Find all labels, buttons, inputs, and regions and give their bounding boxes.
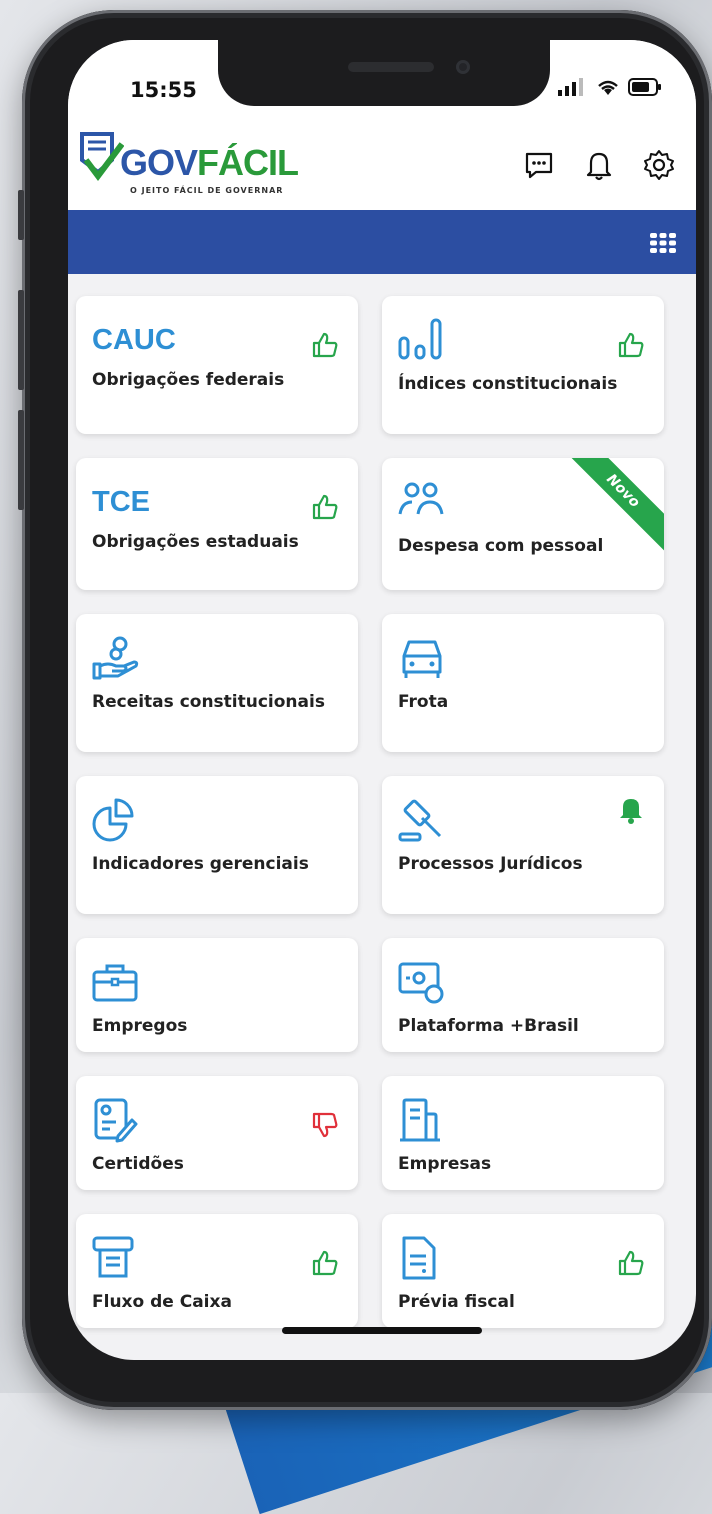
nav-bar	[68, 210, 696, 274]
card-tce[interactable]: TCE Obrigações estaduais	[76, 458, 358, 590]
phone-frame: 15:55 GOVFÁCIL O JEITO FÁCIL DE GOVERNAR…	[18, 10, 712, 1410]
card-certidoes[interactable]: Certidões	[76, 1076, 358, 1190]
card-label: Certidões	[92, 1154, 184, 1174]
thumbs-up-icon	[618, 1250, 644, 1276]
card-label: Fluxo de Caixa	[92, 1292, 232, 1312]
card-indicadores-gerenciais[interactable]: Indicadores gerenciais	[76, 776, 358, 914]
money-icon	[398, 962, 444, 1004]
wifi-icon	[598, 80, 618, 95]
signal-icon	[558, 78, 583, 96]
card-label: Obrigações estaduais	[92, 532, 299, 552]
phone-screen: 15:55 GOVFÁCIL O JEITO FÁCIL DE GOVERNAR…	[68, 40, 696, 1360]
battery-icon	[628, 78, 661, 96]
coin-hand-icon	[92, 636, 139, 680]
card-label: Processos Jurídicos	[398, 854, 583, 874]
briefcase-icon	[92, 964, 138, 1002]
card-label: Obrigações federais	[92, 370, 285, 390]
document-icon	[402, 1236, 436, 1280]
logo-tagline: O JEITO FÁCIL DE GOVERNAR	[130, 186, 284, 195]
volume-down-button	[18, 410, 24, 510]
card-cauc[interactable]: CAUC Obrigações federais	[76, 296, 358, 434]
thumbs-up-icon	[312, 494, 338, 520]
pie-chart-icon	[92, 798, 134, 842]
mute-switch	[18, 190, 24, 240]
card-label: Despesa com pessoal	[398, 536, 604, 556]
card-frota[interactable]: Frota	[382, 614, 664, 752]
bar-chart-icon	[398, 318, 442, 360]
logo-text-main: GOV	[120, 142, 198, 183]
thumbs-up-icon	[312, 332, 338, 358]
card-label: Frota	[398, 692, 449, 712]
card-label: Indicadores gerenciais	[92, 854, 309, 874]
card-label: Receitas constitucionais	[92, 692, 325, 712]
card-empresas[interactable]: Empresas	[382, 1076, 664, 1190]
cash-register-icon	[92, 1236, 134, 1278]
card-previa-fiscal[interactable]: Prévia fiscal	[382, 1214, 664, 1328]
volume-up-button	[18, 290, 24, 390]
thumbs-up-icon	[618, 332, 644, 358]
speaker-grille	[348, 62, 434, 72]
status-icons	[558, 78, 662, 96]
people-icon	[398, 482, 444, 515]
card-label: Empresas	[398, 1154, 492, 1174]
bell-icon[interactable]	[582, 148, 616, 182]
phone-notch	[218, 40, 550, 106]
card-label: Empregos	[92, 1016, 188, 1036]
logo-text: GOVFÁCIL	[120, 142, 299, 184]
car-icon	[402, 640, 442, 678]
card-label: Índices constitucionais	[398, 374, 618, 394]
thumbs-up-icon	[312, 1250, 338, 1276]
building-icon	[400, 1098, 440, 1142]
gavel-icon	[398, 799, 442, 842]
app-header: GOVFÁCIL O JEITO FÁCIL DE GOVERNAR	[68, 120, 696, 210]
card-receitas-constitucionais[interactable]: Receitas constitucionais	[76, 614, 358, 752]
alert-bell-icon	[620, 799, 642, 824]
card-indices-constitucionais[interactable]: Índices constitucionais	[382, 296, 664, 434]
thumbs-down-icon	[312, 1112, 338, 1138]
card-label: Plataforma +Brasil	[398, 1016, 579, 1036]
card-plataforma-brasil[interactable]: Plataforma +Brasil	[382, 938, 664, 1052]
status-time: 15:55	[130, 78, 197, 102]
card-label: Prévia fiscal	[398, 1292, 515, 1312]
certificate-icon	[94, 1098, 138, 1143]
card-heading: CAUC	[92, 324, 176, 356]
home-indicator[interactable]	[282, 1327, 482, 1334]
logo-check-icon	[80, 132, 124, 181]
apps-grid-icon[interactable]	[648, 228, 678, 258]
card-fluxo-de-caixa[interactable]: Fluxo de Caixa	[76, 1214, 358, 1328]
card-despesa-com-pessoal[interactable]: Despesa com pessoal Novo	[382, 458, 664, 590]
card-heading: TCE	[92, 486, 150, 518]
logo-text-accent: FÁCIL	[197, 142, 299, 183]
card-empregos[interactable]: Empregos	[76, 938, 358, 1052]
chat-icon[interactable]	[522, 148, 556, 182]
front-camera	[456, 60, 470, 74]
card-processos-juridicos[interactable]: Processos Jurídicos	[382, 776, 664, 914]
gear-icon[interactable]	[642, 148, 676, 182]
header-actions	[522, 148, 676, 182]
govfacil-logo[interactable]: GOVFÁCIL O JEITO FÁCIL DE GOVERNAR	[78, 130, 308, 200]
